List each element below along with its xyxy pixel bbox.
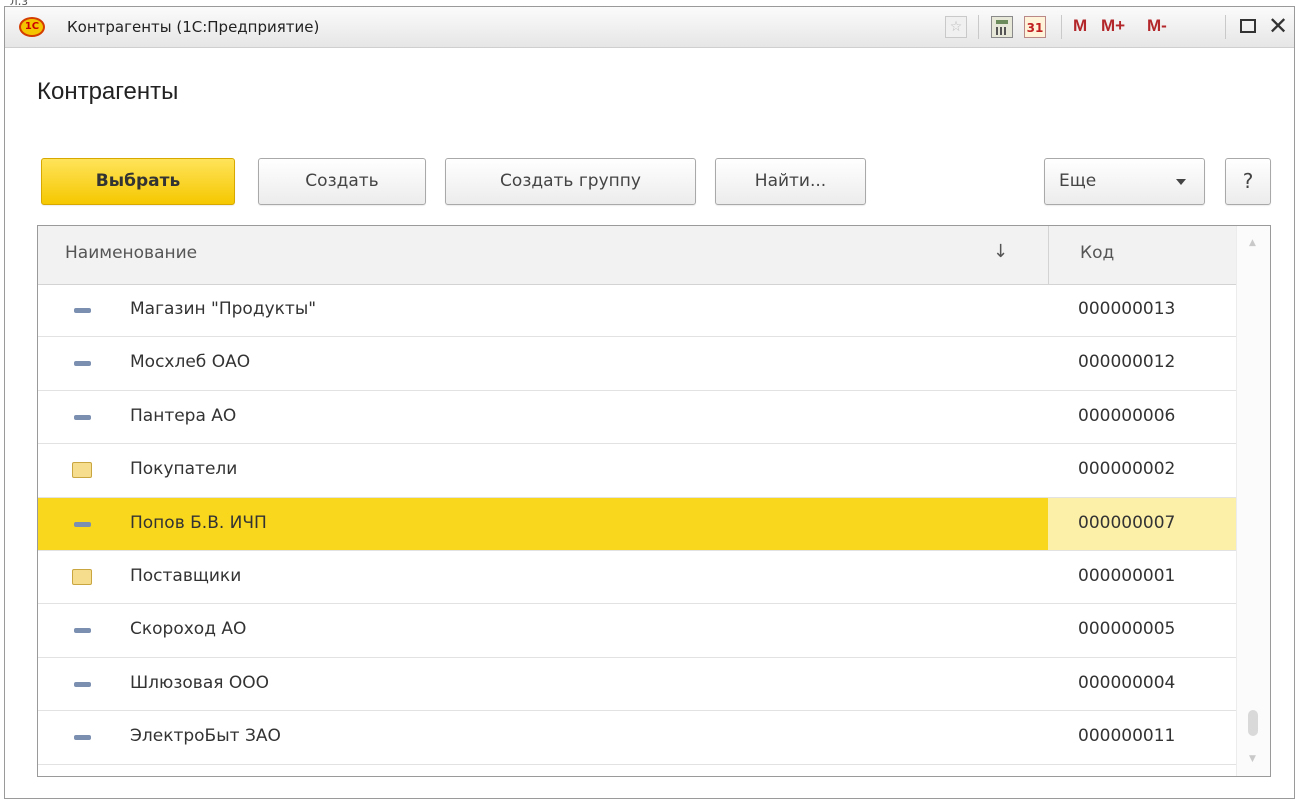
row-code: 000000002 (1078, 459, 1176, 480)
table-row[interactable]: Магазин "Продукты" 000000013 (38, 284, 1236, 338)
row-code: 000000007 (1078, 512, 1176, 533)
item-icon (74, 628, 91, 634)
find-button[interactable]: Найти... (715, 158, 866, 205)
row-code-cell: 000000006 (1048, 391, 1236, 443)
create-group-button[interactable]: Создать группу (445, 158, 696, 205)
row-name: Пантера АО (130, 405, 237, 426)
row-name: ЭлектроБыт ЗАО (130, 726, 281, 747)
row-code-cell: 000000007 (1048, 497, 1236, 550)
table-row[interactable]: Покупатели 000000002 (38, 444, 1236, 498)
more-button-label: Еще (1059, 171, 1097, 191)
table-row[interactable]: Шлюзовая ООО 000000004 (38, 658, 1236, 712)
table-row[interactable]: Поставщики 000000001 (38, 551, 1236, 605)
scrollbar-thumb[interactable] (1248, 710, 1258, 736)
row-name: Покупатели (130, 459, 238, 480)
row-name: Шлюзовая ООО (130, 672, 270, 693)
table-row[interactable]: Попов Б.В. ИЧП 000000007 (38, 497, 1236, 551)
row-code-cell: 000000001 (1048, 551, 1236, 603)
memory-subtract-button[interactable]: M- (1147, 16, 1167, 36)
item-icon (74, 361, 91, 367)
memory-add-button[interactable]: M+ (1101, 16, 1125, 36)
row-code: 000000005 (1078, 619, 1176, 640)
window-title: Контрагенты (1С:Предприятие) (67, 18, 320, 36)
scroll-up-icon[interactable]: ▲ (1249, 238, 1256, 248)
help-button[interactable]: ? (1225, 158, 1271, 205)
maximize-icon[interactable] (1240, 19, 1256, 33)
item-icon (74, 414, 91, 420)
row-name: Скороход АО (130, 619, 247, 640)
title-bar[interactable]: 1С Контрагенты (1С:Предприятие) ☆ 31 M M… (5, 7, 1294, 48)
row-code: 000000012 (1078, 352, 1176, 373)
row-code-cell: 000000004 (1048, 658, 1236, 710)
table-row[interactable]: ЭлектроБыт ЗАО 000000011 (38, 711, 1236, 765)
row-code: 000000004 (1078, 672, 1176, 693)
create-button[interactable]: Создать (258, 158, 426, 205)
row-name: Попов Б.В. ИЧП (130, 512, 267, 533)
close-icon[interactable]: ✕ (1268, 12, 1288, 40)
row-code: 000000013 (1078, 299, 1176, 319)
row-code-cell: 000000012 (1048, 337, 1236, 389)
row-code-cell: 000000011 (1048, 711, 1236, 763)
page-title: Контрагенты (37, 78, 179, 105)
row-name: Магазин "Продукты" (130, 299, 317, 319)
item-icon (74, 681, 91, 687)
app-logo-icon[interactable]: 1С (19, 17, 45, 37)
select-button[interactable]: Выбрать (41, 158, 235, 205)
row-name: Поставщики (130, 565, 242, 586)
column-header-code: Код (1080, 243, 1115, 263)
calculator-icon[interactable] (991, 16, 1013, 38)
row-code-cell: 000000002 (1048, 444, 1236, 496)
toolbar-separator (1225, 15, 1226, 39)
row-name: Мосхлеб ОАО (130, 352, 251, 373)
table-row[interactable]: Пантера АО 000000006 (38, 391, 1236, 445)
folder-icon (72, 462, 92, 479)
row-code: 000000001 (1078, 565, 1176, 586)
vertical-scrollbar[interactable]: ▲ ▼ (1236, 226, 1270, 776)
favorite-star-icon[interactable]: ☆ (945, 16, 967, 38)
table-row[interactable]: Мосхлеб ОАО 000000012 (38, 337, 1236, 391)
more-button[interactable]: Еще (1044, 158, 1205, 205)
toolbar-separator (978, 15, 979, 39)
sort-descending-icon[interactable]: ↓ (993, 241, 1008, 262)
chevron-down-icon (1176, 179, 1186, 185)
row-code: 000000011 (1078, 726, 1176, 747)
table-row[interactable]: Скороход АО 000000005 (38, 604, 1236, 658)
item-icon (74, 735, 91, 741)
toolbar-separator (1061, 15, 1062, 39)
folder-icon (72, 568, 92, 585)
table-header: Наименование ↓ Код (38, 226, 1236, 285)
item-icon (74, 521, 91, 527)
column-header-code-cell[interactable]: Код (1048, 226, 1236, 284)
table-body: Магазин "Продукты" 000000013 Мосхлеб ОАО 00… (38, 284, 1236, 765)
row-code: 000000006 (1078, 405, 1176, 426)
scroll-down-icon[interactable]: ▼ (1249, 754, 1256, 764)
calendar-icon[interactable]: 31 (1024, 16, 1046, 38)
row-code-cell: 000000013 (1048, 284, 1236, 336)
item-icon (74, 308, 91, 313)
memory-store-button[interactable]: M (1073, 16, 1087, 36)
column-header-name[interactable]: Наименование (65, 243, 197, 263)
counterparties-table[interactable]: Наименование ↓ Код Магазин "Продукты" 000… (37, 225, 1271, 777)
row-code-cell: 000000005 (1048, 604, 1236, 656)
